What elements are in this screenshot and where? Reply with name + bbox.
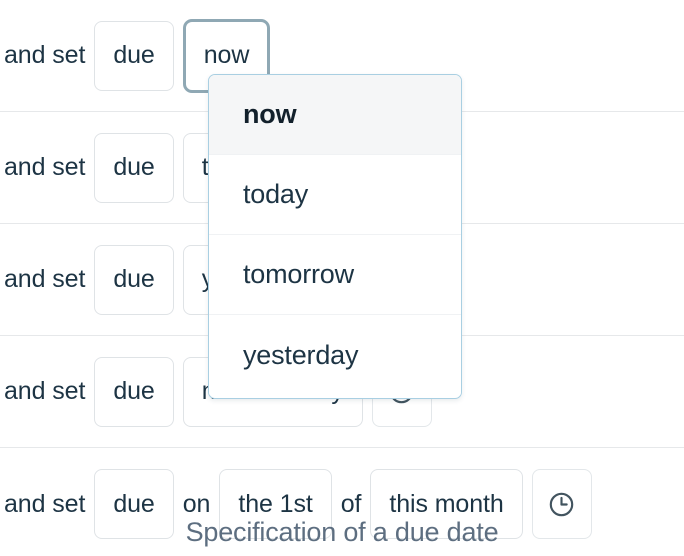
rule-token-button[interactable]: due (94, 20, 174, 91)
figure-caption: Specification of a due date (185, 517, 499, 547)
rule-lead-text: and set (4, 265, 86, 293)
dropdown-option[interactable]: now (209, 75, 461, 155)
dropdown-option[interactable]: tomorrow (209, 235, 461, 315)
rule-token-button[interactable]: due (94, 132, 174, 203)
due-date-dropdown-menu[interactable]: now today tomorrow yesterday (208, 74, 462, 399)
rule-joiner-text: on (182, 489, 211, 518)
rule-token-button[interactable]: due (94, 356, 174, 427)
rule-joiner-text: of (340, 489, 362, 518)
due-date-specification-screen: and setduenowand setduetodayand setdueye… (0, 0, 684, 556)
dropdown-option[interactable]: yesterday (209, 315, 461, 395)
rule-token-button[interactable]: due (94, 244, 174, 315)
clock-icon (548, 491, 575, 518)
rule-lead-text: and set (4, 153, 86, 181)
rule-lead-text: and set (4, 377, 86, 405)
rule-lead-text: and set (4, 489, 86, 518)
dropdown-option[interactable]: today (209, 155, 461, 235)
rule-lead-text: and set (4, 41, 86, 69)
